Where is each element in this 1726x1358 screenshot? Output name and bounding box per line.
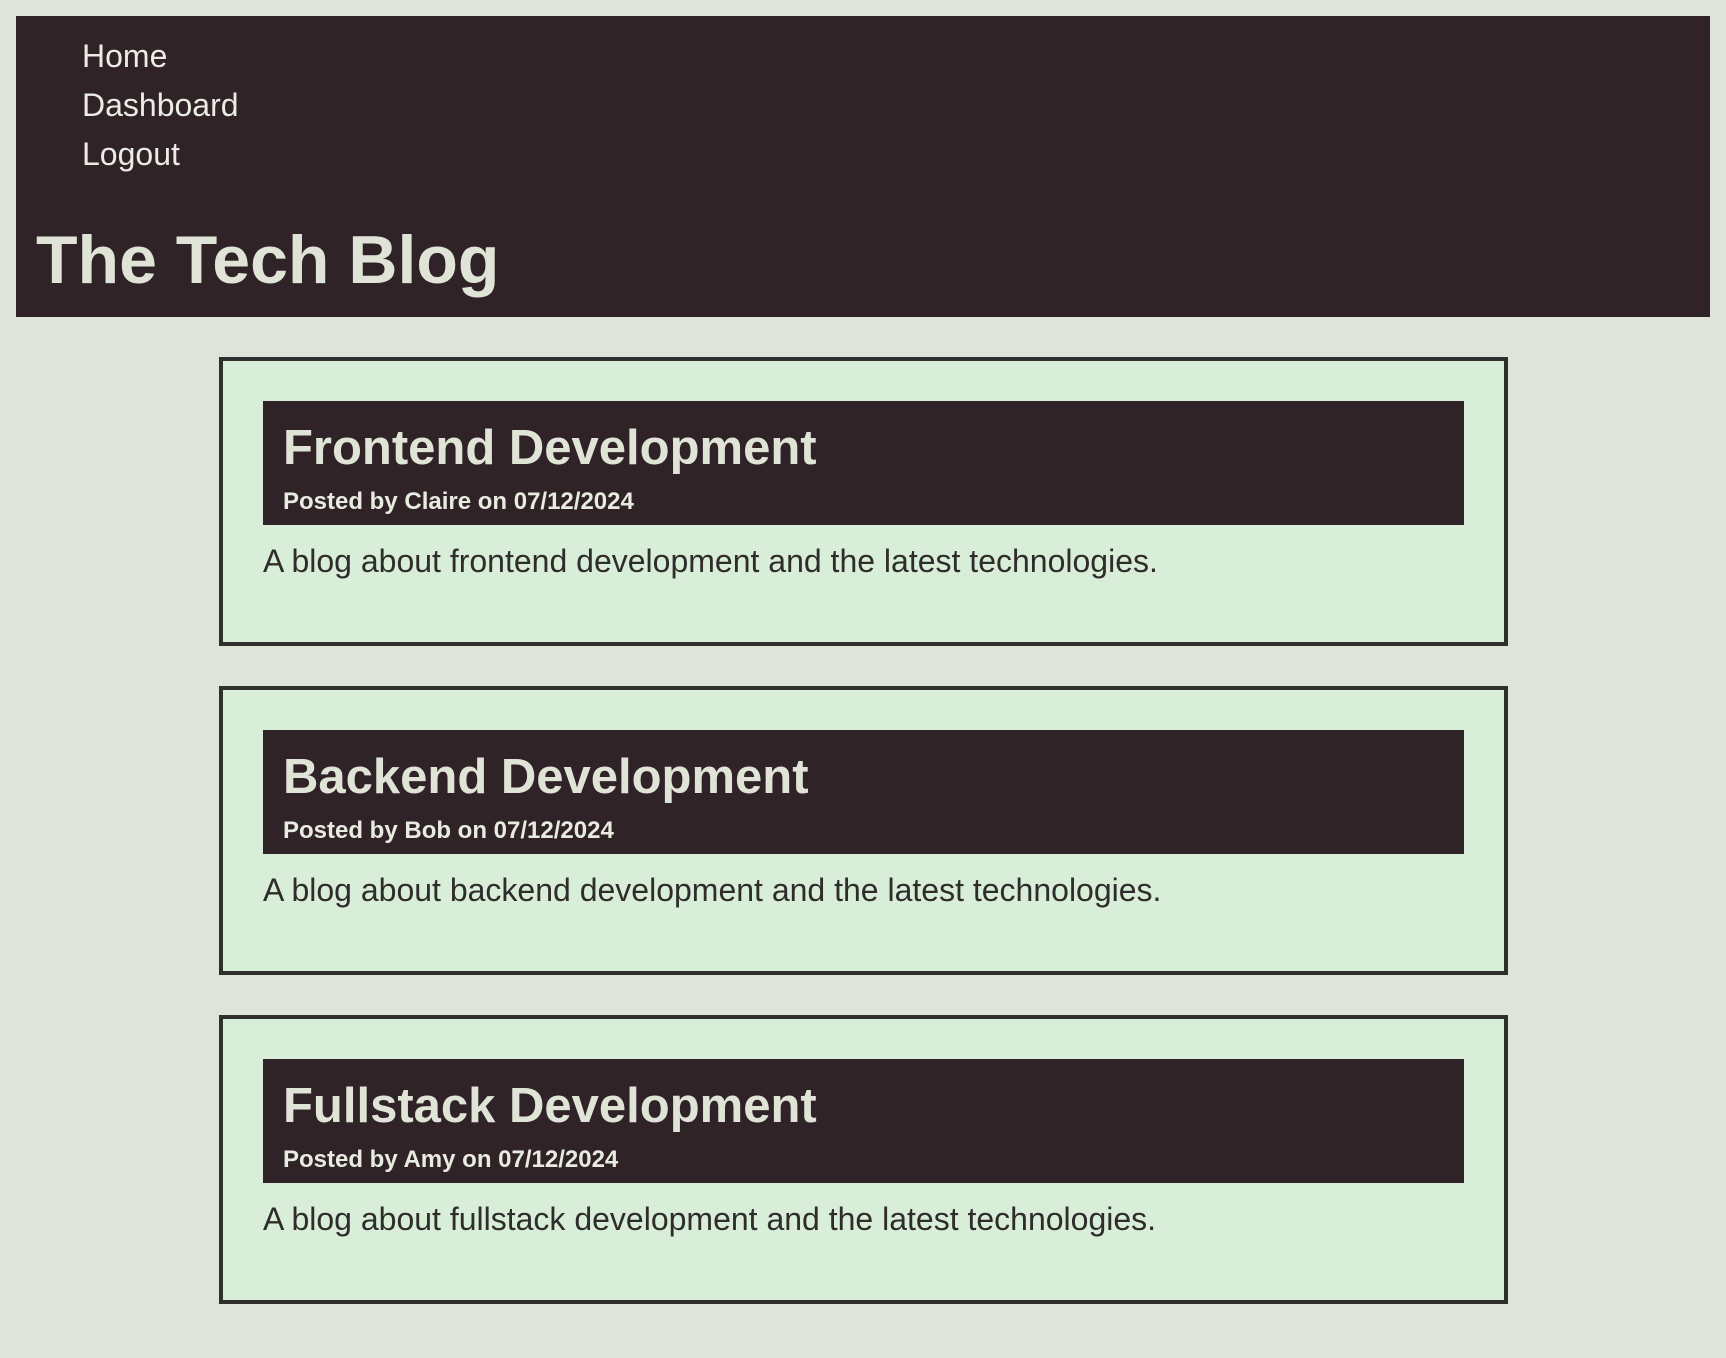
- main-navigation: Home Dashboard Logout: [82, 40, 239, 187]
- post-title[interactable]: Backend Development: [283, 748, 1444, 806]
- home-link[interactable]: Home: [82, 40, 167, 72]
- post-list: Frontend Development Posted by Claire on…: [219, 357, 1508, 1344]
- post-title[interactable]: Fullstack Development: [283, 1077, 1444, 1135]
- post-meta: Posted by Claire on 07/12/2024: [283, 488, 634, 515]
- post-summary: A blog about fullstack development and t…: [263, 1201, 1157, 1237]
- post-summary: A blog about backend development and the…: [263, 872, 1162, 908]
- dashboard-link[interactable]: Dashboard: [82, 89, 239, 121]
- post-meta: Posted by Bob on 07/12/2024: [283, 817, 614, 844]
- nav-item-dashboard: Dashboard: [82, 89, 239, 138]
- site-header: Home Dashboard Logout The Tech Blog: [16, 16, 1710, 317]
- post-header: Frontend Development Posted by Claire on…: [263, 401, 1464, 525]
- post-header: Backend Development Posted by Bob on 07/…: [263, 730, 1464, 854]
- nav-item-home: Home: [82, 40, 239, 89]
- post-title[interactable]: Frontend Development: [283, 419, 1444, 477]
- post-card[interactable]: Backend Development Posted by Bob on 07/…: [219, 686, 1508, 975]
- post-meta: Posted by Amy on 07/12/2024: [283, 1146, 619, 1173]
- nav-item-logout: Logout: [82, 138, 239, 187]
- post-summary: A blog about frontend development and th…: [263, 543, 1158, 579]
- logout-link[interactable]: Logout: [82, 138, 180, 170]
- post-header: Fullstack Development Posted by Amy on 0…: [263, 1059, 1464, 1183]
- post-card[interactable]: Fullstack Development Posted by Amy on 0…: [219, 1015, 1508, 1304]
- site-title: The Tech Blog: [36, 222, 500, 298]
- post-card[interactable]: Frontend Development Posted by Claire on…: [219, 357, 1508, 646]
